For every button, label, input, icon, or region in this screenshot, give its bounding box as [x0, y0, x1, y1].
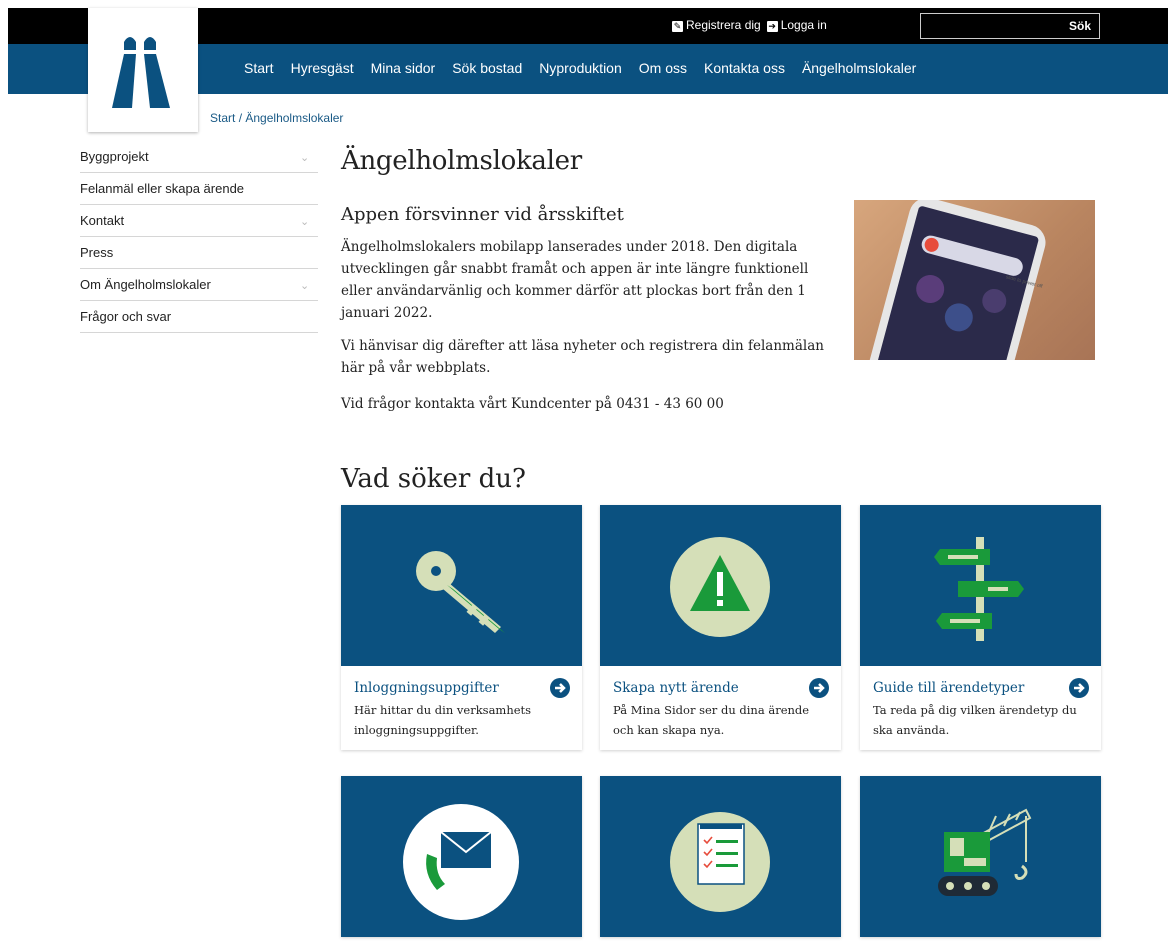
chevron-down-icon[interactable]: ⌄: [300, 215, 312, 228]
sidebar-item-label: Press: [80, 245, 114, 260]
sidebar: Byggprojekt ⌄ Felanmäl eller skapa ärend…: [80, 141, 318, 333]
article-heading: Appen försvinner vid årsskiftet: [341, 204, 624, 225]
search-box: Sök: [920, 13, 1100, 39]
nav-item-hyresgast[interactable]: Hyresgäst: [291, 60, 354, 76]
article-paragraph-1: Ängelholmslokalers mobilapp lanserades u…: [341, 239, 809, 321]
card-title[interactable]: Skapa nytt ärende: [613, 680, 829, 696]
card-description: Ta reda på dig vilken ärendetyp du ska a…: [873, 703, 1077, 737]
sidebar-item-om-angelholmslokaler[interactable]: Om Ängelholmslokaler ⌄: [80, 269, 318, 301]
breadcrumb-separator: /: [238, 111, 243, 125]
nav-item-nyproduktion[interactable]: Nyproduktion: [539, 60, 622, 76]
article-paragraph-2: Vi hänvisar dig därefter att läsa nyhete…: [341, 338, 824, 376]
account-links: ✎ Registrera dig ➔ Logga in: [672, 18, 827, 32]
key-icon: [416, 551, 505, 633]
breadcrumb-current: Ängelholmslokaler: [245, 111, 344, 125]
card-body: Inloggningsuppgifter Här hittar du din v…: [341, 666, 582, 750]
card-body: Guide till ärendetyper Ta reda på dig vi…: [860, 666, 1101, 750]
article-image: slide to power off: [854, 200, 1095, 360]
logo-mark-icon: [112, 37, 170, 108]
nav-item-om-oss[interactable]: Om oss: [639, 60, 687, 76]
arrow-right-icon[interactable]: [550, 678, 570, 698]
sidebar-item-kontakt[interactable]: Kontakt ⌄: [80, 205, 318, 237]
card-image: [600, 776, 841, 937]
page-title: Ängelholmslokaler: [341, 146, 582, 176]
card-image: [341, 505, 582, 666]
card-byggprojekt[interactable]: [860, 776, 1101, 937]
card-inloggningsuppgifter[interactable]: Inloggningsuppgifter Här hittar du din v…: [341, 505, 582, 750]
card-guide-till-arendetyper[interactable]: Guide till ärendetyper Ta reda på dig vi…: [860, 505, 1101, 750]
site-logo[interactable]: [88, 8, 198, 132]
nav-item-sok-bostad[interactable]: Sök bostad: [452, 60, 522, 76]
section-heading: Vad söker du?: [341, 464, 526, 494]
phone-mail-icon: [403, 804, 519, 920]
breadcrumb: Start / Ängelholmslokaler: [210, 111, 343, 125]
nav-item-mina-sidor[interactable]: Mina sidor: [371, 60, 436, 76]
sidebar-item-byggprojekt[interactable]: Byggprojekt ⌄: [80, 141, 318, 173]
sidebar-item-fragor-och-svar[interactable]: Frågor och svar: [80, 301, 318, 333]
warning-icon: [670, 537, 770, 637]
card-checklist[interactable]: [600, 776, 841, 937]
main-nav: Start Hyresgäst Mina sidor Sök bostad Ny…: [244, 60, 916, 76]
login-icon: ➔: [766, 21, 778, 32]
search-button[interactable]: Sök: [1069, 19, 1091, 33]
card-title[interactable]: Inloggningsuppgifter: [354, 680, 570, 696]
breadcrumb-start[interactable]: Start: [210, 111, 235, 125]
signpost-icon: [934, 537, 1024, 641]
sidebar-item-label: Frågor och svar: [80, 309, 172, 324]
nav-item-angelholmslokaler[interactable]: Ängelholmslokaler: [802, 60, 916, 76]
card-image: [341, 776, 582, 937]
register-label: Registrera dig: [686, 18, 761, 32]
smartphone-image: slide to power off: [864, 200, 1046, 360]
arrow-right-icon[interactable]: [809, 678, 829, 698]
article-paragraph-3: Vid frågor kontakta vårt Kundcenter på 0…: [341, 396, 724, 412]
card-image: [600, 505, 841, 666]
card-kontakt[interactable]: [341, 776, 582, 937]
sidebar-item-label: Om Ängelholmslokaler: [80, 277, 211, 292]
register-link[interactable]: ✎ Registrera dig: [672, 18, 761, 32]
login-link[interactable]: ➔ Logga in: [766, 18, 827, 32]
edit-icon: ✎: [672, 21, 683, 32]
sidebar-item-label: Byggprojekt: [80, 149, 149, 164]
chevron-down-icon[interactable]: ⌄: [300, 151, 312, 164]
arrow-right-icon[interactable]: [1069, 678, 1089, 698]
sidebar-item-press[interactable]: Press: [80, 237, 318, 269]
login-label: Logga in: [780, 18, 827, 32]
card-title[interactable]: Guide till ärendetyper: [873, 680, 1089, 696]
card-image: [860, 505, 1101, 666]
sidebar-item-label: Kontakt: [80, 213, 125, 228]
sidebar-item-label: Felanmäl eller skapa ärende: [80, 181, 245, 196]
checklist-icon: [670, 812, 770, 912]
card-image: [860, 776, 1101, 937]
nav-item-kontakta-oss[interactable]: Kontakta oss: [704, 60, 785, 76]
search-input[interactable]: [921, 14, 1063, 38]
card-description: Här hittar du din verksamhets inloggning…: [354, 703, 532, 737]
card-description: På Mina Sidor ser du dina ärende och kan…: [613, 703, 810, 737]
card-body: Skapa nytt ärende På Mina Sidor ser du d…: [600, 666, 841, 750]
chevron-down-icon[interactable]: ⌄: [300, 279, 312, 292]
nav-item-start[interactable]: Start: [244, 60, 274, 76]
crane-icon: [938, 808, 1032, 896]
card-skapa-nytt-arende[interactable]: Skapa nytt ärende På Mina Sidor ser du d…: [600, 505, 841, 750]
sidebar-item-felanmal[interactable]: Felanmäl eller skapa ärende: [80, 173, 318, 205]
